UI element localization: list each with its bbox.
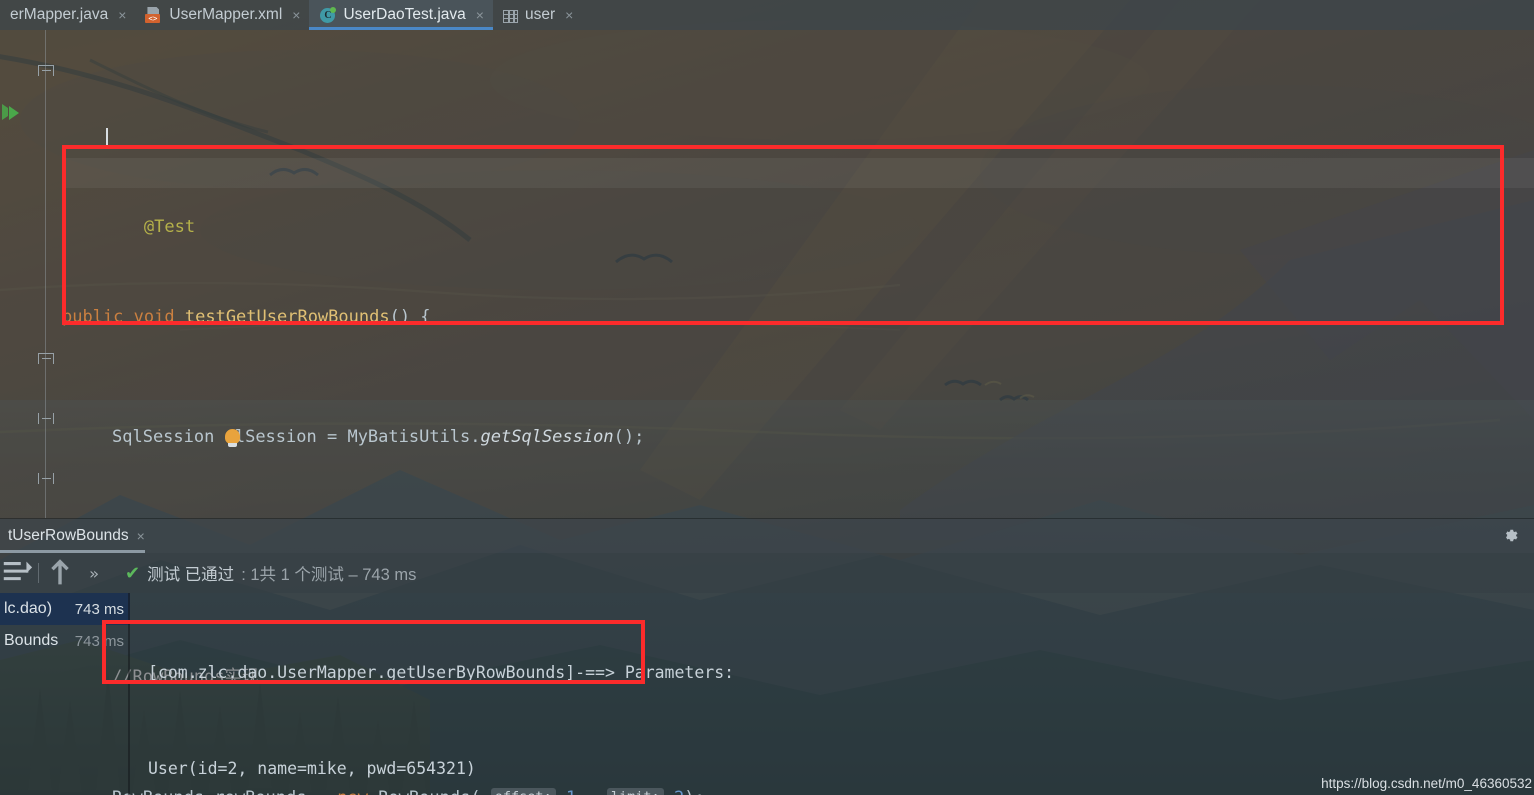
expand-collapse-icon[interactable]: [0, 553, 34, 593]
test-passed-check-icon: ✔: [125, 562, 141, 583]
tab-label: UserDaoTest.java: [343, 6, 466, 23]
tab-user-dao-test-java[interactable]: C UserDaoTest.java ×: [309, 0, 493, 30]
java-test-class-icon: C: [319, 6, 337, 24]
annotation-test: @Test: [143, 217, 196, 237]
xml-file-icon: <>: [145, 6, 162, 24]
code-line-3: SqlSession qlSession = MyBatisUtils.getS…: [112, 427, 645, 447]
class-mybatisutils: MyBatisUtils: [347, 427, 471, 447]
keyword-void: void: [133, 307, 175, 327]
run-panel-tab-bar: tUserRowBounds ×: [0, 519, 1534, 553]
close-icon[interactable]: ×: [137, 528, 145, 544]
run-tab-label: tUserRowBounds: [8, 527, 129, 544]
code-content[interactable]: @Test public void testGetUserRowBounds()…: [62, 30, 1534, 795]
editor-tab-bar: erMapper.java × <> UserMapper.xml × C Us…: [0, 0, 1534, 30]
test-results-tree[interactable]: lc.dao) 743 ms Bounds 743 ms: [0, 593, 130, 795]
tab-user-mapper-java[interactable]: erMapper.java ×: [0, 0, 135, 30]
console-line: [com.zlc.dao.UserMapper.getUserByRowBoun…: [148, 663, 735, 682]
console-output[interactable]: [com.zlc.dao.UserMapper.getUserByRowBoun…: [130, 593, 1534, 795]
editor-gutter[interactable]: [0, 30, 62, 518]
run-test-gutter-icon[interactable]: [0, 102, 22, 122]
close-icon[interactable]: ×: [565, 7, 573, 23]
tab-label: erMapper.java: [10, 6, 109, 23]
code-editor[interactable]: @Test public void testGetUserRowBounds()…: [0, 30, 1534, 795]
database-table-icon: [502, 9, 518, 23]
close-icon[interactable]: ×: [292, 7, 300, 23]
intention-bulb-icon[interactable]: [224, 429, 240, 447]
text-caret: [106, 128, 108, 148]
test-status-main: 测试 已通过: [147, 566, 235, 584]
test-runner-toolbar: » ✔ 测试 已通过 : 1共 1 个测试 – 743 ms: [0, 553, 1534, 593]
method-name: testGetUserRowBounds: [184, 307, 390, 327]
keyword-public: public: [62, 307, 124, 327]
run-tab-test[interactable]: tUserRowBounds ×: [0, 519, 157, 553]
sort-up-icon[interactable]: [43, 553, 77, 593]
test-tree-row-case[interactable]: Bounds 743 ms: [0, 625, 130, 657]
tab-label: UserMapper.xml: [169, 6, 283, 23]
test-tree-row-suite[interactable]: lc.dao) 743 ms: [0, 593, 130, 625]
test-duration: 743 ms: [74, 632, 124, 650]
watermark-text: https://blog.csdn.net/m0_46360532: [1321, 776, 1532, 791]
close-icon[interactable]: ×: [118, 7, 126, 23]
code-fold-marker[interactable]: [38, 412, 54, 429]
code-fold-line: [45, 30, 46, 518]
test-duration: 743 ms: [74, 600, 124, 618]
run-panel-body: lc.dao) 743 ms Bounds 743 ms [com.zlc.da…: [0, 593, 1534, 795]
test-name: Bounds: [4, 632, 59, 649]
code-fold-marker[interactable]: [38, 472, 54, 489]
call-get-sql-session: getSqlSession: [480, 427, 614, 447]
test-status-line: ✔ 测试 已通过 : 1共 1 个测试 – 743 ms: [125, 561, 416, 585]
settings-gear-icon[interactable]: [1501, 526, 1520, 545]
close-icon[interactable]: ×: [476, 7, 484, 23]
tab-label: user: [524, 6, 556, 23]
tab-user-table[interactable]: user ×: [493, 0, 582, 30]
tab-user-mapper-xml[interactable]: <> UserMapper.xml ×: [135, 0, 309, 30]
code-fold-marker[interactable]: [38, 65, 54, 82]
test-status-detail: : 1共 1 个测试 – 743 ms: [241, 566, 417, 584]
code-line-2: public void testGetUserRowBounds() {: [62, 307, 431, 327]
run-test-panel: tUserRowBounds × » ✔ 测试 已通过: 1共 1 个测试 –…: [0, 518, 1534, 795]
code-fold-marker[interactable]: [38, 353, 54, 370]
type-sqlsession: SqlSession: [112, 427, 215, 447]
next-occurrence-icon[interactable]: »: [77, 553, 111, 593]
test-name: lc.dao): [4, 600, 53, 617]
